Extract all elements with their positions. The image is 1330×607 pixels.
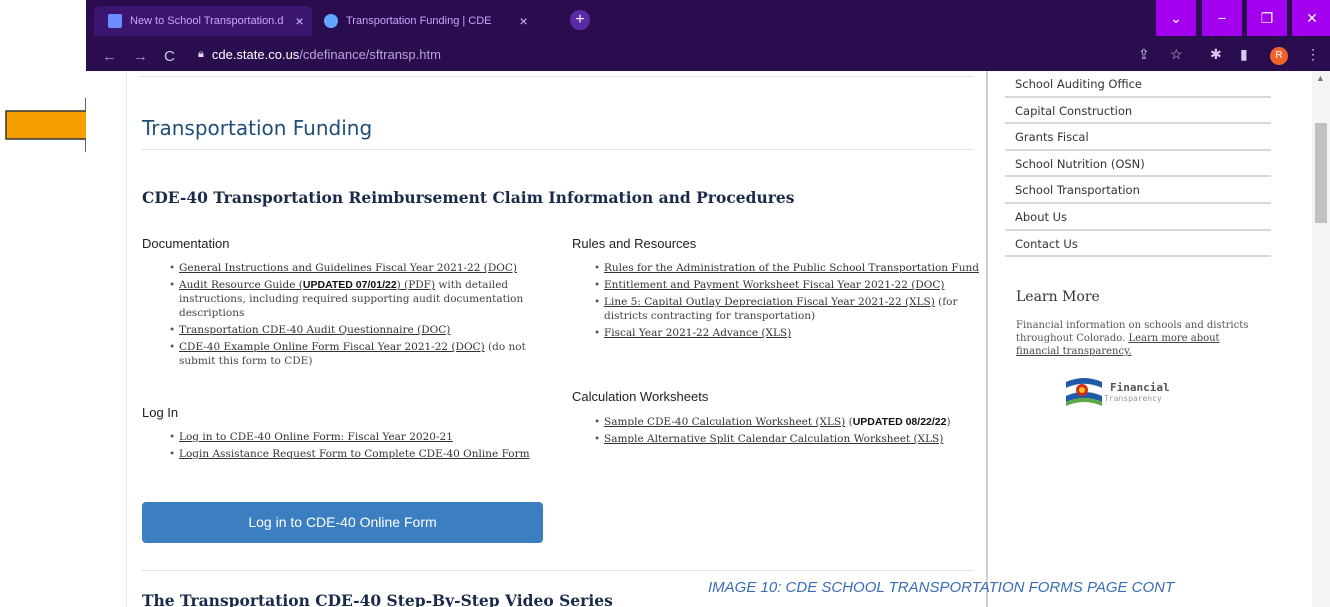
sidebar-nav: School Auditing Office Capital Construct…: [1005, 71, 1271, 258]
scrollbar[interactable]: ▲: [1312, 71, 1330, 607]
list-item: Sample CDE-40 Calculation Worksheet (XLS…: [592, 415, 984, 429]
document-icon: [108, 14, 122, 28]
sidebar-divider: [986, 71, 988, 607]
page-title: Transportation Funding: [142, 116, 373, 140]
section-heading: CDE-40 Transportation Reimbursement Clai…: [142, 188, 795, 207]
sidebar-item-school-auditing-office[interactable]: School Auditing Office: [1005, 71, 1271, 98]
divider: [140, 76, 974, 77]
list-item: Audit Resource Guide (UPDATED 07/01/22) …: [167, 278, 547, 320]
divider: [142, 570, 974, 571]
tab-search-button[interactable]: ⌄: [1156, 0, 1196, 36]
doc-link[interactable]: Transportation CDE-40 Audit Questionnair…: [179, 324, 450, 336]
page-viewport: Transportation Funding CDE-40 Transporta…: [86, 71, 1330, 607]
image-caption: IMAGE 10: CDE SCHOOL TRANSPORTATION FORM…: [708, 579, 1175, 596]
divider: [142, 149, 974, 150]
rules-list: Rules for the Administration of the Publ…: [592, 261, 984, 343]
sidebar-item-capital-construction[interactable]: Capital Construction: [1005, 98, 1271, 125]
doc-link[interactable]: General Instructions and Guidelines Fisc…: [179, 262, 517, 274]
logo-text: Financial Transparency: [1104, 380, 1170, 403]
close-icon[interactable]: ×: [295, 13, 303, 29]
documentation-list: General Instructions and Guidelines Fisc…: [167, 261, 547, 371]
forward-icon[interactable]: →: [133, 48, 148, 65]
login-list: Log in to CDE-40 Online Form: Fiscal Yea…: [167, 430, 547, 464]
login-link[interactable]: Login Assistance Request Form to Complet…: [179, 448, 530, 460]
list-item: Line 5: Capital Outlay Depreciation Fisc…: [592, 295, 984, 323]
menu-kebab-icon[interactable]: ⋮: [1306, 46, 1320, 63]
tab-label: New to School Transportation.d: [130, 15, 284, 27]
bookmark-star-icon[interactable]: ☆: [1170, 46, 1183, 63]
tab-bar: New to School Transportation.d × Transpo…: [86, 0, 1330, 41]
list-item: Fiscal Year 2021-22 Advance (XLS): [592, 326, 984, 340]
lock-icon: 🔒︎: [198, 48, 204, 60]
minimize-button[interactable]: −: [1202, 0, 1242, 36]
list-item: Rules for the Administration of the Publ…: [592, 261, 984, 275]
documentation-heading: Documentation: [142, 236, 230, 251]
tab-transportation-funding[interactable]: Transportation Funding | CDE ×: [324, 6, 536, 36]
doc-link[interactable]: CDE-40 Example Online Form Fiscal Year 2…: [179, 341, 485, 353]
calculation-list: Sample CDE-40 Calculation Worksheet (XLS…: [592, 415, 984, 449]
rules-link[interactable]: Fiscal Year 2021-22 Advance (XLS): [604, 327, 791, 339]
browser-window: New to School Transportation.d × Transpo…: [86, 0, 1330, 607]
sidebar-item-about-us[interactable]: About Us: [1005, 204, 1271, 231]
extensions-icon[interactable]: ✱: [1210, 46, 1222, 63]
close-icon[interactable]: ×: [520, 13, 528, 29]
calc-link[interactable]: Sample CDE-40 Calculation Worksheet (XLS…: [604, 416, 845, 428]
maximize-button[interactable]: ❐: [1247, 0, 1287, 36]
list-item: Log in to CDE-40 Online Form: Fiscal Yea…: [167, 430, 547, 444]
tab-new-to-school-transportation[interactable]: New to School Transportation.d ×: [94, 6, 312, 36]
login-button[interactable]: Log in to CDE-40 Online Form: [142, 502, 543, 543]
list-item: General Instructions and Guidelines Fisc…: [167, 261, 547, 275]
url-path: /cdefinance/sftransp.htm: [299, 47, 441, 62]
list-item: Login Assistance Request Form to Complet…: [167, 447, 547, 461]
doc-link[interactable]: Audit Resource Guide (UPDATED 07/01/22) …: [179, 279, 435, 291]
url-field[interactable]: 🔒︎ cde.state.co.us /cdefinance/sftransp.…: [198, 47, 441, 62]
sidebar-item-contact-us[interactable]: Contact Us: [1005, 231, 1271, 258]
side-panel-icon[interactable]: ▮: [1240, 46, 1248, 63]
colorado-flag-icon: [1065, 378, 1103, 406]
globe-icon: [324, 14, 338, 28]
scroll-thumb[interactable]: [1315, 123, 1327, 223]
rules-heading: Rules and Resources: [572, 236, 697, 251]
sidebar-item-school-nutrition[interactable]: School Nutrition (OSN): [1005, 151, 1271, 178]
profile-avatar[interactable]: R: [1270, 47, 1288, 65]
sidebar-item-grants-fiscal[interactable]: Grants Fiscal: [1005, 124, 1271, 151]
learn-more-text: Financial information on schools and dis…: [1016, 320, 1249, 357]
list-item: Sample Alternative Split Calendar Calcul…: [592, 432, 984, 446]
login-link[interactable]: Log in to CDE-40 Online Form: Fiscal Yea…: [179, 431, 453, 443]
url-domain: cde.state.co.us: [211, 47, 300, 62]
sidebar-item-school-transportation[interactable]: School Transportation: [1005, 177, 1271, 204]
close-window-button[interactable]: ✕: [1292, 0, 1330, 36]
list-item: Transportation CDE-40 Audit Questionnair…: [167, 323, 547, 337]
calc-link[interactable]: Sample Alternative Split Calendar Calcul…: [604, 433, 943, 445]
scroll-up-icon[interactable]: ▲: [1316, 73, 1325, 83]
back-icon[interactable]: ←: [102, 48, 117, 65]
updated-badge: UPDATED 08/22/22: [852, 416, 947, 428]
rules-link[interactable]: Rules for the Administration of the Publ…: [604, 262, 979, 274]
video-series-heading: The Transportation CDE-40 Step-By-Step V…: [142, 591, 613, 607]
calculation-heading: Calculation Worksheets: [572, 389, 709, 404]
rules-link[interactable]: Entitlement and Payment Worksheet Fiscal…: [604, 279, 945, 291]
list-item: CDE-40 Example Online Form Fiscal Year 2…: [167, 340, 547, 368]
rules-link[interactable]: Line 5: Capital Outlay Depreciation Fisc…: [604, 296, 935, 308]
login-heading: Log In: [142, 405, 179, 420]
share-icon[interactable]: ⇪: [1138, 46, 1150, 63]
content-border: [126, 71, 127, 607]
reload-icon[interactable]: C: [164, 48, 175, 65]
learn-more-title: Learn More: [1016, 289, 1100, 305]
financial-transparency-logo[interactable]: Financial Transparency: [1064, 376, 1170, 408]
list-item: Entitlement and Payment Worksheet Fiscal…: [592, 278, 984, 292]
new-tab-button[interactable]: +: [570, 10, 590, 30]
tab-label: Transportation Funding | CDE: [346, 15, 492, 27]
